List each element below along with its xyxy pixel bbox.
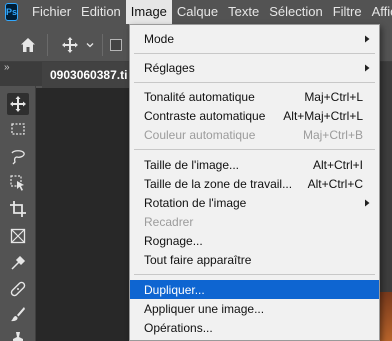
menu-item-tout-faire-apparaitre[interactable]: Tout faire apparaître (130, 250, 379, 269)
crop-tool[interactable] (7, 198, 29, 220)
menu-item-tonalite-auto[interactable]: Tonalité automatique Maj+Ctrl+L (130, 87, 379, 106)
menu-item-label: Rognage... (144, 233, 203, 248)
image-menu-dropdown: Mode Réglages Tonalité automatique Maj+C… (129, 24, 380, 341)
menu-texte[interactable]: Texte (223, 0, 264, 24)
menu-image[interactable]: Image (125, 0, 172, 24)
move-tool[interactable] (7, 93, 29, 115)
menu-item-label: Rotation de l'image (144, 195, 247, 210)
object-selection-tool[interactable] (7, 172, 29, 194)
options-divider (102, 34, 103, 56)
clone-stamp-tool[interactable] (7, 327, 29, 341)
menu-item-operations[interactable]: Opérations... (130, 318, 379, 337)
menu-edition[interactable]: Edition (76, 0, 126, 24)
submenu-arrow-icon (365, 199, 370, 206)
menu-item-label: Mode (144, 31, 175, 46)
lasso-tool-icon (11, 150, 25, 165)
photoshop-logo[interactable]: Ps (5, 3, 19, 21)
submenu-arrow-icon (365, 35, 370, 42)
menu-item-shortcut: Alt+Ctrl+C (307, 176, 363, 191)
clone-stamp-tool-icon (13, 332, 23, 341)
menu-item-shortcut: Alt+Maj+Ctrl+L (283, 108, 363, 123)
home-icon[interactable] (19, 36, 37, 54)
move-tool-icon (10, 96, 26, 112)
menu-item-shortcut: Maj+Ctrl+B (302, 127, 363, 142)
menu-item-label: Couleur automatique (144, 127, 256, 142)
tools-panel (0, 86, 36, 341)
brush-tool-icon (11, 307, 25, 322)
menu-separator (134, 82, 375, 83)
menu-item-taille-image[interactable]: Taille de l'image... Alt+Ctrl+I (130, 155, 379, 174)
menu-item-label: Tout faire apparaître (144, 252, 252, 267)
menu-item-label: Réglages (144, 60, 195, 75)
menu-fichier[interactable]: Fichier (27, 0, 76, 24)
object-selection-tool-icon (10, 175, 24, 191)
menu-item-label: Tonalité automatique (144, 89, 255, 104)
menu-item-label: Opérations... (144, 320, 213, 335)
frame-tool-icon (10, 228, 26, 244)
menu-item-dupliquer[interactable]: Dupliquer... (130, 280, 379, 299)
auto-select-checkbox[interactable] (110, 39, 122, 51)
options-divider (47, 34, 48, 56)
eyedropper-tool[interactable] (7, 252, 29, 274)
menu-item-rognage[interactable]: Rognage... (130, 231, 379, 250)
menu-item-appliquer-image[interactable]: Appliquer une image... (130, 299, 379, 318)
menu-affichage[interactable]: Affich (367, 0, 392, 24)
frame-tool[interactable] (7, 225, 29, 247)
image-preview-edge (378, 292, 392, 341)
menu-item-taille-zone-travail[interactable]: Taille de la zone de travail... Alt+Ctrl… (130, 174, 379, 193)
menu-item-label: Recadrer (144, 214, 194, 229)
eyedropper-tool-icon (11, 255, 26, 270)
menu-separator (134, 53, 375, 54)
menu-separator (134, 274, 375, 275)
menu-bar: Ps Fichier Edition Image Calque Texte Sé… (0, 0, 392, 24)
menu-item-label: Taille de l'image... (144, 157, 240, 172)
healing-brush-tool-icon (10, 281, 26, 297)
menu-item-reglages[interactable]: Réglages (130, 58, 379, 77)
menu-item-couleur-auto: Couleur automatique Maj+Ctrl+B (130, 125, 379, 144)
menu-item-shortcut: Maj+Ctrl+L (304, 89, 363, 104)
submenu-arrow-icon (365, 64, 370, 71)
marquee-tool-icon (11, 123, 25, 135)
menu-item-rotation-image[interactable]: Rotation de l'image (130, 193, 379, 212)
menu-calque[interactable]: Calque (172, 0, 223, 24)
chevron-down-icon[interactable] (86, 41, 94, 49)
lasso-tool[interactable] (7, 146, 29, 168)
collapse-panel-icon[interactable]: » (4, 62, 10, 74)
healing-brush-tool[interactable] (7, 278, 29, 300)
marquee-tool[interactable] (7, 118, 29, 140)
menu-item-recadrer: Recadrer (130, 212, 379, 231)
menu-item-label: Appliquer une image... (144, 301, 265, 316)
menu-filtre[interactable]: Filtre (328, 0, 367, 24)
crop-tool-icon (10, 201, 26, 217)
menu-selection[interactable]: Sélection (264, 0, 327, 24)
menu-item-label: Dupliquer... (144, 282, 205, 297)
menu-item-label: Contraste automatique (144, 108, 266, 123)
menu-item-shortcut: Alt+Ctrl+I (312, 157, 363, 172)
move-tool-options-icon[interactable] (61, 36, 79, 54)
menu-item-mode[interactable]: Mode (130, 29, 379, 48)
brush-tool[interactable] (7, 303, 29, 325)
menu-separator (134, 149, 375, 150)
menu-item-contraste-auto[interactable]: Contraste automatique Alt+Maj+Ctrl+L (130, 106, 379, 125)
menu-item-label: Taille de la zone de travail... (144, 176, 293, 191)
